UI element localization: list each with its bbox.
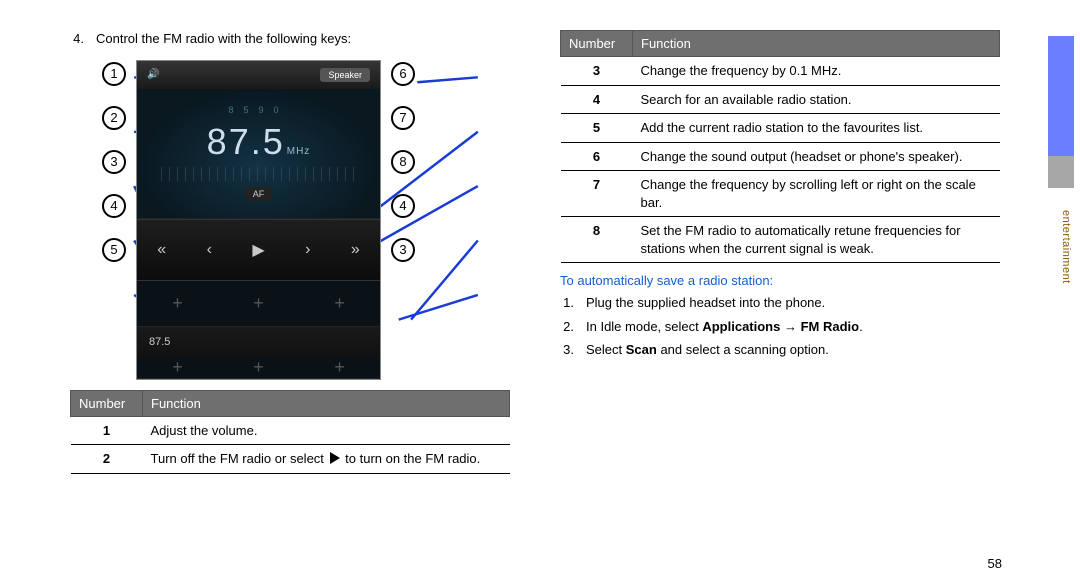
section-label: entertainment	[1060, 210, 1072, 284]
subheading: To automatically save a radio station:	[560, 273, 1000, 288]
right-column: Number Function 3Change the frequency by…	[560, 30, 1000, 474]
volume-icon: 🔊	[147, 69, 159, 80]
thumb-tab-grey	[1048, 156, 1074, 188]
seek-prev-icon: «	[157, 241, 166, 259]
page-number: 58	[988, 556, 1002, 571]
th-function: Function	[633, 31, 1000, 57]
radio-topbar: 🔊 Speaker	[137, 61, 380, 89]
play-icon: ▶	[252, 240, 264, 260]
scale-ticks	[161, 167, 355, 181]
callout-5: 5	[102, 238, 126, 262]
figure-wrap: 1 2 3 4 5 🔊 Speaker 8590 87.5MHz	[102, 60, 510, 380]
favourites-row-1: +++	[137, 281, 380, 327]
scale-numbers: 8590	[228, 105, 288, 115]
callouts-left: 1 2 3 4 5	[102, 60, 126, 262]
callout-3b: 3	[391, 238, 415, 262]
left-column: 4. Control the FM radio with the followi…	[70, 30, 510, 474]
seek-next-icon: »	[351, 241, 360, 259]
callout-1: 1	[102, 62, 126, 86]
step-next-icon: ›	[305, 241, 310, 259]
table-row: 8Set the FM radio to automatically retun…	[561, 217, 1000, 263]
fm-radio-screenshot: 🔊 Speaker 8590 87.5MHz AF « ‹ ▶	[136, 60, 381, 380]
thumb-tab-blue	[1048, 36, 1074, 156]
table-row: 7Change the frequency by scrolling left …	[561, 171, 1000, 217]
step-prev-icon: ‹	[207, 241, 212, 259]
table-row: 1 Adjust the volume.	[71, 416, 510, 445]
callout-8: 8	[391, 150, 415, 174]
radio-controls: « ‹ ▶ › »	[137, 219, 380, 281]
step-text: Control the FM radio with the following …	[96, 30, 510, 48]
table-row: 4Search for an available radio station.	[561, 85, 1000, 114]
radio-dial: 8590 87.5MHz AF	[137, 89, 380, 219]
auto-step-1: 1. Plug the supplied headset into the ph…	[560, 294, 1000, 312]
th-number: Number	[561, 31, 633, 57]
table-row: 6Change the sound output (headset or pho…	[561, 142, 1000, 171]
frequency-display: 87.5MHz	[207, 121, 311, 163]
auto-step-3: 3. Select Scan and select a scanning opt…	[560, 341, 1000, 359]
th-function: Function	[143, 390, 510, 416]
callout-3: 3	[102, 150, 126, 174]
callout-4: 4	[102, 194, 126, 218]
speaker-button: Speaker	[320, 68, 370, 82]
callout-7: 7	[391, 106, 415, 130]
favourites-row-2: +++	[137, 357, 380, 379]
step-4: 4. Control the FM radio with the followi…	[70, 30, 510, 48]
callout-4b: 4	[391, 194, 415, 218]
preset-row: 87.5	[137, 327, 380, 357]
callouts-right: 6 7 8 4 3	[391, 60, 415, 262]
function-table-left: Number Function 1 Adjust the volume. 2 T…	[70, 390, 510, 474]
callout-2: 2	[102, 106, 126, 130]
function-table-right: Number Function 3Change the frequency by…	[560, 30, 1000, 263]
af-badge: AF	[245, 187, 273, 201]
play-icon-inline	[330, 452, 340, 464]
step-number: 4.	[70, 30, 84, 48]
table-row: 5Add the current radio station to the fa…	[561, 114, 1000, 143]
table-row: 2 Turn off the FM radio or select to tur…	[71, 445, 510, 474]
th-number: Number	[71, 390, 143, 416]
auto-step-2: 2. In Idle mode, select Applications → F…	[560, 318, 1000, 336]
table-row: 3Change the frequency by 0.1 MHz.	[561, 57, 1000, 86]
callout-6: 6	[391, 62, 415, 86]
